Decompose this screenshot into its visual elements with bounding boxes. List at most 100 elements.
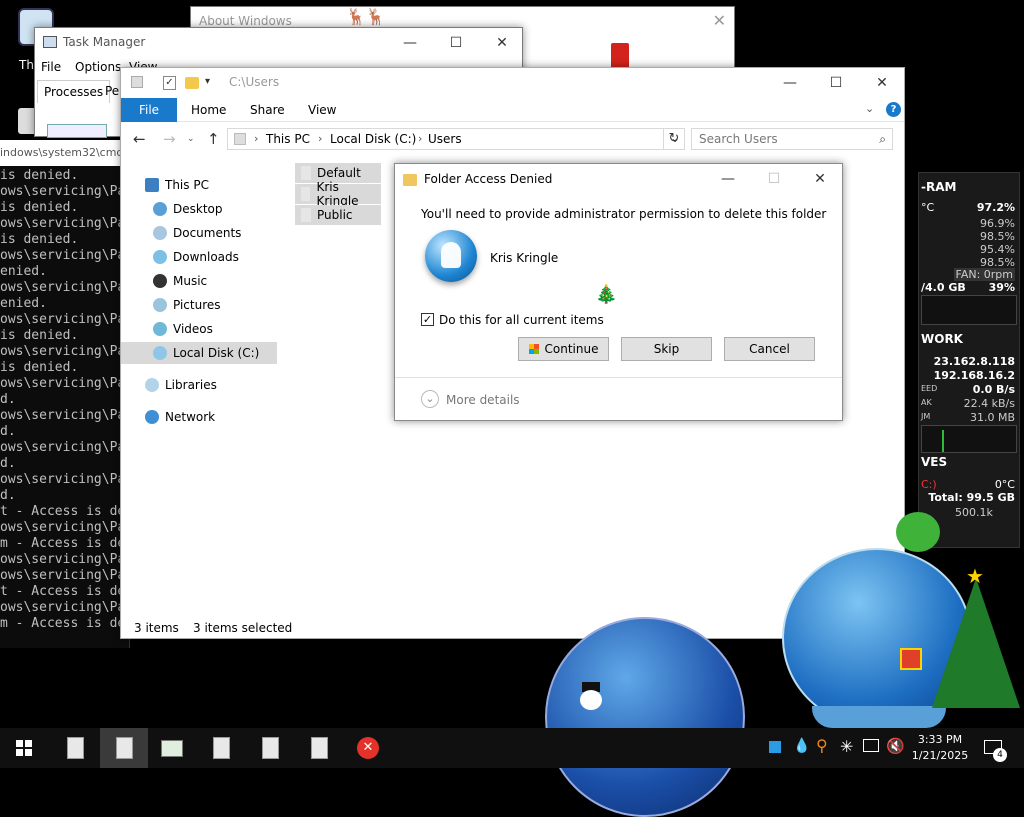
forward-icon[interactable]: →: [163, 130, 176, 148]
breadcrumb-users[interactable]: Users: [428, 132, 462, 146]
file-item-public[interactable]: Public: [295, 205, 381, 225]
cmd-line: ows\servicing\Pa: [0, 376, 126, 391]
gadget-drives-title: VES: [921, 455, 948, 469]
nav-desktop[interactable]: Desktop: [121, 198, 277, 220]
continue-button[interactable]: Continue: [518, 337, 609, 361]
reindeer-decoration: 🦌🦌: [346, 7, 386, 26]
nav-downloads[interactable]: Downloads: [121, 246, 277, 268]
taskbar-app-error[interactable]: ✕: [344, 728, 392, 768]
nav-music[interactable]: Music: [121, 270, 277, 292]
taskbar-app-file-2[interactable]: [100, 728, 148, 768]
refresh-icon[interactable]: ↻: [663, 128, 685, 150]
taskbar-app-file-3[interactable]: [197, 728, 245, 768]
apply-all-label[interactable]: Do this for all current items: [439, 313, 604, 327]
cmd-line: is denied.: [0, 232, 79, 247]
tm-menu-options[interactable]: Options: [75, 60, 121, 74]
dialog-minimize-button[interactable]: —: [705, 164, 751, 194]
search-input[interactable]: Search Users: [699, 132, 778, 146]
quick-access-dropdown-icon[interactable]: ▾: [205, 76, 210, 87]
nav-local-disk[interactable]: Local Disk (C:): [121, 342, 277, 364]
new-folder-icon[interactable]: [185, 77, 199, 89]
ribbon-expand-icon[interactable]: ⌄: [865, 102, 874, 115]
tm-menu-file[interactable]: File: [41, 60, 61, 74]
nav-documents[interactable]: Documents: [121, 222, 277, 244]
tray-volume-icon[interactable]: 🔇: [886, 737, 905, 755]
explorer-close-button[interactable]: ✕: [859, 68, 905, 98]
apply-all-checkbox[interactable]: ✓: [421, 313, 434, 326]
ribbon-tab-view[interactable]: View: [308, 103, 336, 117]
gadget-sum-label: JM: [921, 412, 931, 421]
tray-search-icon[interactable]: ⚲: [816, 736, 828, 755]
nav-label: Music: [173, 274, 208, 288]
tm-panel: [47, 124, 107, 138]
properties-icon[interactable]: ✓: [163, 76, 176, 90]
nav-libraries[interactable]: Libraries: [121, 374, 277, 396]
search-box[interactable]: Search Users ⌕: [691, 128, 893, 150]
file-item-kris-kringle[interactable]: Kris Kringle: [295, 180, 381, 208]
explorer-minimize-button[interactable]: —: [767, 68, 813, 98]
explorer-maximize-button[interactable]: ☐: [813, 68, 859, 98]
cmd-line: enied.: [0, 296, 47, 311]
gadget-core-3: 95.4%: [980, 243, 1015, 256]
nav-pictures[interactable]: Pictures: [121, 294, 277, 316]
tree-cursor-icon: 🎄: [595, 284, 618, 305]
explorer-title: C:\Users: [229, 75, 280, 89]
gadget-peak-label: AK: [921, 398, 932, 407]
cmd-line: is denied.: [0, 328, 79, 343]
taskbar-app-file-4[interactable]: [246, 728, 294, 768]
nav-label: Libraries: [165, 378, 217, 392]
ribbon-tab-share[interactable]: Share: [250, 103, 285, 117]
cmd-line: ows\servicing\Pa: [0, 184, 126, 199]
address-bar[interactable]: › This PC › Local Disk (C:) › Users ⌄: [227, 128, 685, 150]
drive-icon: [153, 346, 167, 360]
taskbar-app-task-manager[interactable]: [148, 728, 196, 768]
desktop-icon: [153, 202, 167, 216]
user-avatar: [425, 230, 477, 282]
nav-videos[interactable]: Videos: [121, 318, 277, 340]
task-manager-icon: [43, 36, 57, 48]
nav-this-pc[interactable]: This PC: [121, 174, 277, 196]
ribbon-tab-home[interactable]: Home: [191, 103, 226, 117]
about-close-icon[interactable]: ✕: [713, 11, 726, 30]
tm-tab-processes[interactable]: Processes: [37, 80, 111, 103]
start-button[interactable]: [0, 728, 48, 768]
recent-dropdown-icon[interactable]: ⌄: [187, 134, 195, 144]
tm-tab-partial[interactable]: Pe: [105, 84, 119, 98]
more-details-chevron-icon[interactable]: ⌄: [421, 390, 439, 408]
gadget-ip-1: 23.162.8.118: [933, 355, 1015, 368]
cmd-line: is denied.: [0, 200, 79, 215]
folder-access-denied-dialog: Folder Access Denied — ☐ ✕ You'll need t…: [394, 163, 843, 421]
up-icon[interactable]: ↑: [207, 130, 220, 148]
cmd-titlebar: indows\system32\cmd: [0, 140, 129, 166]
tray-droplet-icon[interactable]: 💧: [793, 738, 810, 754]
cmd-line: ows\servicing\Pa: [0, 520, 126, 535]
net-spike: [942, 430, 944, 452]
more-details-link[interactable]: More details: [446, 393, 520, 407]
explorer-app-icon: [131, 76, 143, 88]
tray-network-icon[interactable]: [863, 739, 879, 752]
dialog-close-button[interactable]: ✕: [797, 164, 843, 194]
gadget-speed-value: 0.0 B/s: [972, 383, 1015, 396]
drive-icon: [234, 133, 246, 145]
tray-snowflake-icon[interactable]: ✳: [840, 737, 853, 756]
nav-network[interactable]: Network: [121, 406, 277, 428]
taskbar-app-file-1[interactable]: [51, 728, 99, 768]
tm-maximize-button[interactable]: ☐: [433, 28, 479, 58]
taskbar-app-file-5[interactable]: [295, 728, 343, 768]
skip-button[interactable]: Skip: [621, 337, 712, 361]
breadcrumb-local-disk[interactable]: Local Disk (C:): [330, 132, 416, 146]
tm-minimize-button[interactable]: —: [387, 28, 433, 58]
gadget-drive-label: C:): [921, 478, 937, 491]
back-icon[interactable]: ←: [133, 130, 146, 148]
tm-close-button[interactable]: ✕: [479, 28, 525, 58]
breadcrumb-this-pc[interactable]: This PC: [266, 132, 310, 146]
ribbon-tab-file[interactable]: File: [121, 98, 177, 122]
clock-time: 3:33 PM: [917, 733, 963, 746]
gadget-cpu-total: 97.2%: [976, 201, 1015, 214]
cmd-line: ows\servicing\Pa: [0, 248, 126, 263]
cmd-line: t - Access is de: [0, 584, 126, 599]
help-icon[interactable]: ?: [886, 102, 901, 117]
cancel-button[interactable]: Cancel: [724, 337, 815, 361]
tray-clock[interactable]: 3:33 PM 1/21/2025: [910, 730, 970, 768]
tray-square-icon[interactable]: [769, 741, 781, 753]
